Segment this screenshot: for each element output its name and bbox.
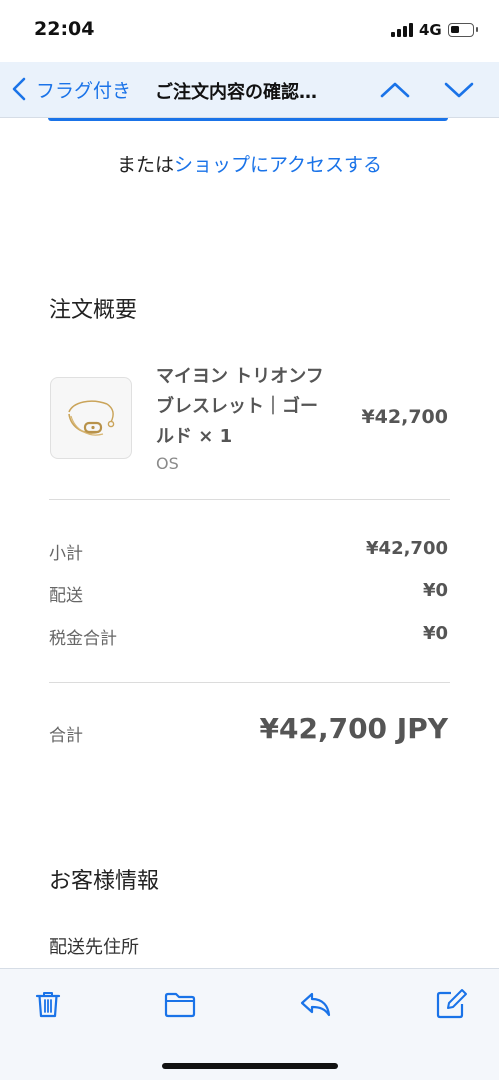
subtotal-label: 小計: [49, 544, 83, 564]
cta-button-edge[interactable]: [48, 118, 448, 121]
next-message-button[interactable]: [442, 76, 476, 104]
reply-icon: [300, 992, 331, 1017]
total-label: 合計: [49, 726, 83, 746]
tax-total-value: ¥0: [422, 623, 448, 644]
navigation-bar: フラグ付き ご注文内容の確認…: [0, 62, 499, 118]
chevron-left-icon: [12, 77, 26, 101]
cellular-signal-icon: [391, 23, 413, 37]
shop-access-prefix: または: [116, 154, 174, 176]
shop-access-line: またはショップにアクセスする: [0, 150, 499, 177]
back-button-label: フラグ付き: [36, 79, 132, 102]
compose-button[interactable]: [434, 987, 468, 1021]
shipping-label: 配送: [49, 586, 83, 606]
customer-info-heading: お客様情報: [49, 869, 160, 894]
chevron-up-icon: [380, 82, 410, 98]
divider: [49, 499, 450, 500]
trash-icon: [35, 992, 61, 1018]
product-variant: OS: [156, 454, 179, 473]
shipping-value: ¥0: [422, 580, 448, 601]
tax-total-label: 税金合計: [49, 629, 117, 649]
total-value: ¥42,700 JPY: [259, 712, 449, 745]
battery-icon: [448, 23, 478, 37]
folder-icon: [164, 992, 196, 1018]
home-indicator[interactable]: [162, 1063, 338, 1069]
shipping-address-label: 配送先住所: [49, 937, 139, 958]
subtotal-value: ¥42,700: [366, 538, 448, 559]
bracelet-image: [68, 400, 115, 436]
product-name: マイヨン トリオンフ ブレスレット｜ゴー ルド × 1: [156, 362, 346, 452]
product-thumbnail: [50, 377, 132, 459]
previous-message-button[interactable]: [378, 76, 412, 104]
reply-button[interactable]: [298, 987, 332, 1021]
move-to-folder-button[interactable]: [163, 987, 197, 1021]
network-type: 4G: [419, 21, 442, 39]
status-bar: 22:04 4G: [0, 0, 499, 62]
shop-access-link[interactable]: ショップにアクセスする: [174, 154, 382, 176]
mail-toolbar: [0, 968, 499, 1080]
back-button[interactable]: フラグ付き: [10, 74, 131, 104]
order-summary-heading: 注文概要: [49, 298, 138, 323]
compose-icon: [436, 989, 467, 1019]
product-name-line: ルド × 1: [156, 426, 233, 447]
status-time: 22:04: [34, 18, 95, 40]
product-name-line: マイヨン トリオンフ: [156, 366, 324, 387]
delete-button[interactable]: [31, 987, 65, 1021]
email-body[interactable]: またはショップにアクセスする 注文概要 マイヨン トリオンフ ブレスレット｜ゴー…: [0, 118, 499, 968]
product-name-line: ブレスレット｜ゴー: [156, 396, 318, 417]
divider: [49, 682, 450, 683]
chevron-down-icon: [444, 82, 474, 98]
message-subject-title: ご注文内容の確認…: [155, 82, 317, 103]
product-price: ¥42,700: [361, 406, 448, 428]
